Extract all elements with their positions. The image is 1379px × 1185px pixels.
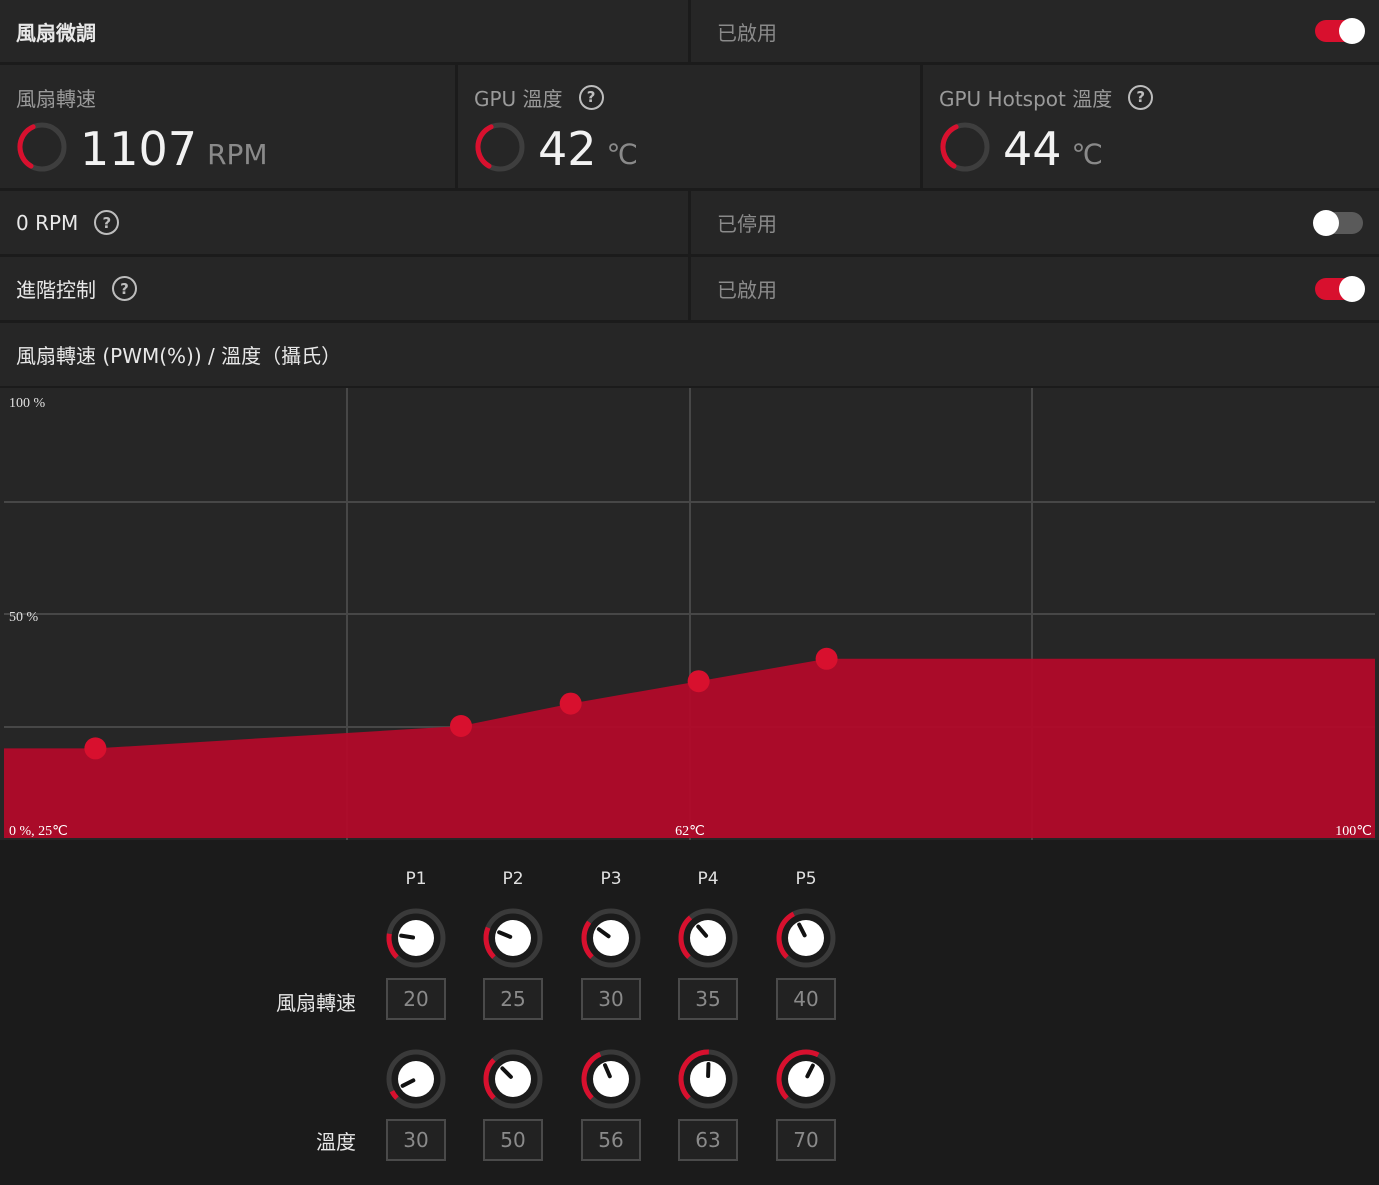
zero-rpm-label: 0 RPM bbox=[16, 210, 79, 235]
x-tick-max: 100℃ bbox=[1335, 824, 1372, 839]
fan-speed-input[interactable]: 25 bbox=[483, 978, 543, 1020]
gauge-ring-icon bbox=[475, 122, 525, 172]
curve-point-p2[interactable] bbox=[450, 715, 472, 737]
curve-title: 風扇轉速 (PWM(%)) / 溫度（攝氏） bbox=[16, 344, 342, 368]
metric-title-text: GPU Hotspot 溫度 bbox=[939, 86, 1113, 111]
advanced-control-label: 進階控制 bbox=[16, 278, 96, 302]
metric-fan-speed: 風扇轉速 1107 RPM bbox=[0, 65, 455, 188]
fan-speed-knob[interactable] bbox=[385, 907, 447, 969]
curve-title-cell: 風扇轉速 (PWM(%)) / 溫度（攝氏） bbox=[0, 323, 1379, 386]
metric-body: 44 ℃ bbox=[939, 121, 1103, 173]
metric-gpu-hotspot-temp: GPU Hotspot 溫度 ? 44 ℃ bbox=[923, 65, 1379, 188]
fan-speed-input[interactable]: 20 bbox=[386, 978, 446, 1020]
help-icon[interactable]: ? bbox=[578, 84, 604, 110]
advanced-control-row: 進階控制 ? 已啟用 bbox=[0, 257, 1379, 320]
fan-speed-input[interactable]: 30 bbox=[581, 978, 641, 1020]
zero-rpm-toggle[interactable] bbox=[1313, 209, 1363, 236]
metric-title: 風扇轉速 bbox=[16, 83, 96, 111]
temp-knob[interactable] bbox=[482, 1048, 544, 1110]
advanced-control-status-cell: 已啟用 bbox=[691, 257, 1379, 320]
temp-knob[interactable] bbox=[385, 1048, 447, 1110]
advanced-control-label-cell: 進階控制 ? bbox=[0, 257, 688, 320]
temp-input[interactable]: 63 bbox=[678, 1119, 738, 1161]
fan-speed-knob[interactable] bbox=[775, 907, 837, 969]
y-tick-top: 100 % bbox=[9, 396, 46, 411]
zero-rpm-label-cell: 0 RPM ? bbox=[0, 191, 688, 254]
gauge-ring-icon bbox=[17, 122, 67, 172]
curve-point-p5[interactable] bbox=[815, 647, 838, 670]
zero-rpm-row: 0 RPM ? 已停用 bbox=[0, 191, 1379, 254]
fan-speed-knob[interactable] bbox=[482, 907, 544, 969]
metric-body: 1107 RPM bbox=[16, 121, 268, 173]
gpu-temp-unit: ℃ bbox=[606, 138, 638, 171]
help-icon[interactable]: ? bbox=[94, 210, 120, 235]
fan-speed-unit: RPM bbox=[207, 138, 268, 171]
fan-curve-chart[interactable]: 100 % 50 % 0 %, 25℃ 62℃ 100℃ bbox=[0, 388, 1379, 840]
fan-tuning-title: 風扇微調 bbox=[16, 20, 96, 45]
fan-speed-input[interactable]: 40 bbox=[776, 978, 836, 1020]
fan-tuning-row: 風扇微調 已啟用 bbox=[0, 0, 1379, 62]
zero-rpm-status-cell: 已停用 bbox=[691, 191, 1379, 254]
metric-title: GPU Hotspot 溫度 ? bbox=[939, 83, 1154, 111]
gauge-ring-icon bbox=[940, 122, 990, 172]
x-tick-origin: 0 %, 25℃ bbox=[9, 824, 68, 839]
advanced-control-status: 已啟用 bbox=[717, 278, 777, 302]
temp-input[interactable]: 30 bbox=[386, 1119, 446, 1161]
help-icon[interactable]: ? bbox=[112, 276, 137, 301]
point-label: P4 bbox=[697, 869, 719, 889]
point-label: P1 bbox=[405, 869, 427, 889]
fan-speed-knob[interactable] bbox=[580, 907, 642, 969]
fan-speed-value: 1107 bbox=[80, 122, 198, 176]
metric-body: 42 ℃ bbox=[474, 121, 638, 173]
fan-curve-svg[interactable]: 100 % 50 % 0 %, 25℃ 62℃ 100℃ bbox=[0, 388, 1379, 840]
temp-knob[interactable] bbox=[677, 1048, 739, 1110]
metric-title-text: 風扇轉速 bbox=[16, 86, 96, 111]
temp-input[interactable]: 56 bbox=[581, 1119, 641, 1161]
toggle-knob bbox=[1339, 18, 1365, 44]
point-label: P5 bbox=[795, 869, 817, 889]
advanced-control-toggle[interactable] bbox=[1315, 275, 1365, 302]
fan-tuning-status-cell: 已啟用 bbox=[691, 0, 1379, 62]
point-label: P3 bbox=[600, 869, 622, 889]
hotspot-temp-unit: ℃ bbox=[1071, 138, 1103, 171]
curve-point-p4[interactable] bbox=[687, 670, 710, 693]
metric-gpu-temp: GPU 溫度 ? 42 ℃ bbox=[458, 65, 920, 188]
x-tick-mid: 62℃ bbox=[675, 824, 705, 839]
metric-title-text: GPU 溫度 bbox=[474, 86, 563, 111]
help-icon[interactable]: ? bbox=[1128, 84, 1154, 110]
fan-tuning-label-cell: 風扇微調 bbox=[0, 0, 688, 62]
gpu-temp-value: 42 bbox=[538, 122, 597, 176]
zero-rpm-status: 已停用 bbox=[717, 212, 777, 236]
temp-input[interactable]: 70 bbox=[776, 1119, 836, 1161]
toggle-knob bbox=[1313, 209, 1339, 236]
temp-input[interactable]: 50 bbox=[483, 1119, 543, 1161]
fan-tuning-status: 已啟用 bbox=[717, 20, 777, 45]
temp-knob[interactable] bbox=[580, 1048, 642, 1110]
toggle-knob bbox=[1339, 275, 1365, 302]
fan-tuning-toggle[interactable] bbox=[1315, 18, 1365, 44]
point-label: P2 bbox=[502, 869, 524, 889]
fan-speed-row-label: 風扇轉速 bbox=[276, 991, 356, 1015]
temp-knob[interactable] bbox=[775, 1048, 837, 1110]
temp-row-label: 溫度 bbox=[316, 1130, 356, 1154]
curve-title-row: 風扇轉速 (PWM(%)) / 溫度（攝氏） bbox=[0, 323, 1379, 386]
y-tick-mid: 50 % bbox=[9, 610, 39, 625]
fan-speed-knob[interactable] bbox=[677, 907, 739, 969]
hotspot-temp-value: 44 bbox=[1003, 122, 1062, 176]
metrics-row: 風扇轉速 1107 RPM GPU 溫度 ? 42 ℃ GPU Hotspot … bbox=[0, 65, 1379, 188]
metric-title: GPU 溫度 ? bbox=[474, 83, 604, 111]
fan-speed-input[interactable]: 35 bbox=[678, 978, 738, 1020]
curve-point-p3[interactable] bbox=[559, 692, 582, 715]
curve-point-p1[interactable] bbox=[84, 737, 107, 760]
